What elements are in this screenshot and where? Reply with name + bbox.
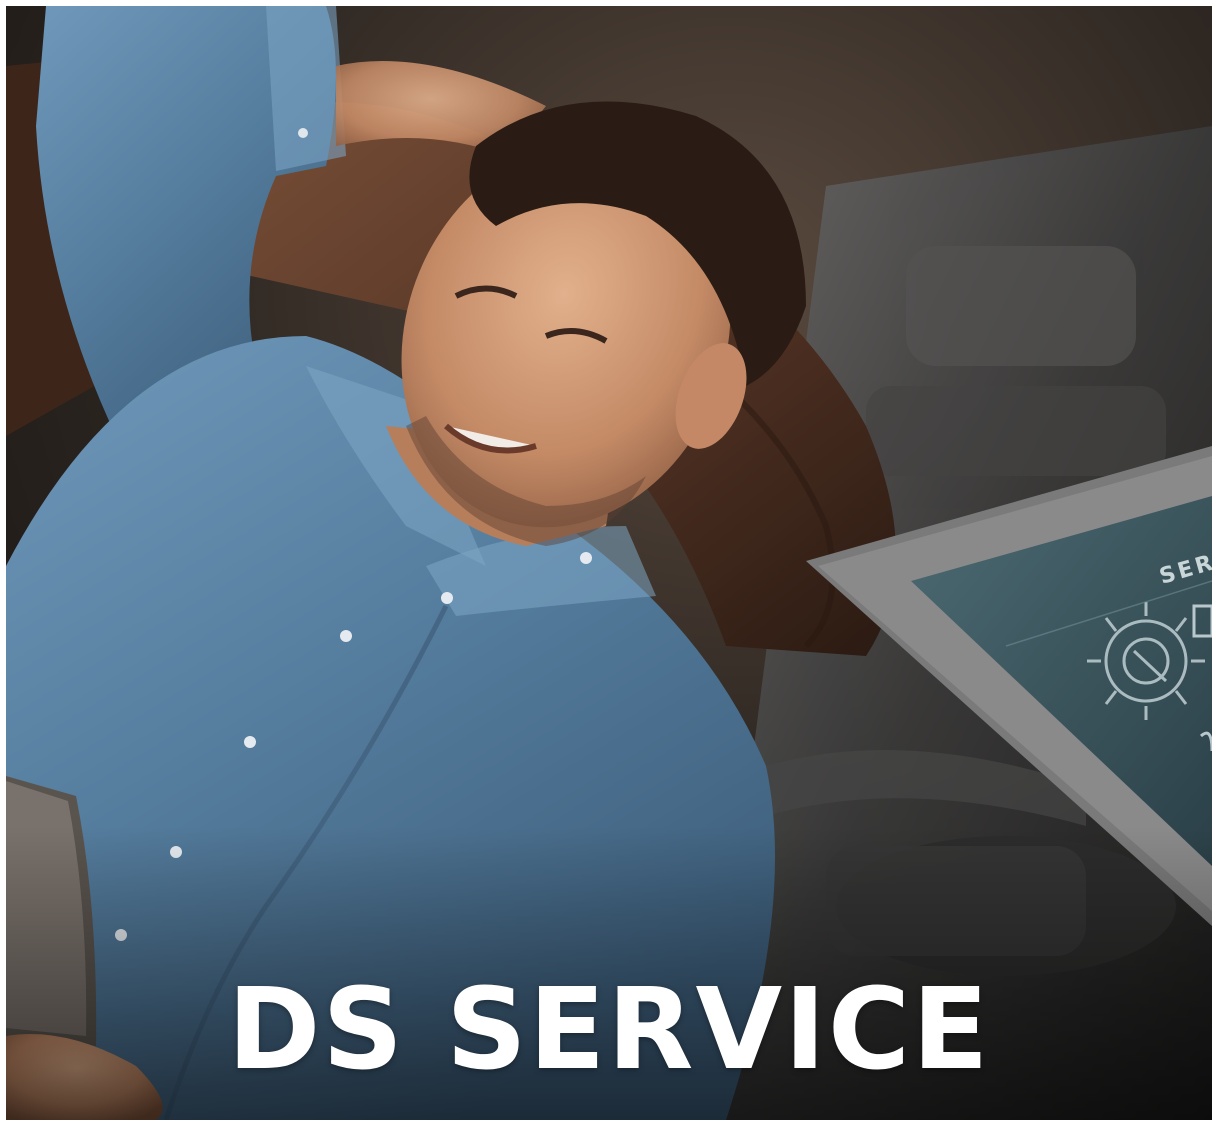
- hero-image: SERV DS SERVICE: [6, 6, 1212, 1120]
- headline-title: DS SERVICE: [227, 965, 991, 1095]
- photo-scene: SERV: [6, 6, 1212, 1120]
